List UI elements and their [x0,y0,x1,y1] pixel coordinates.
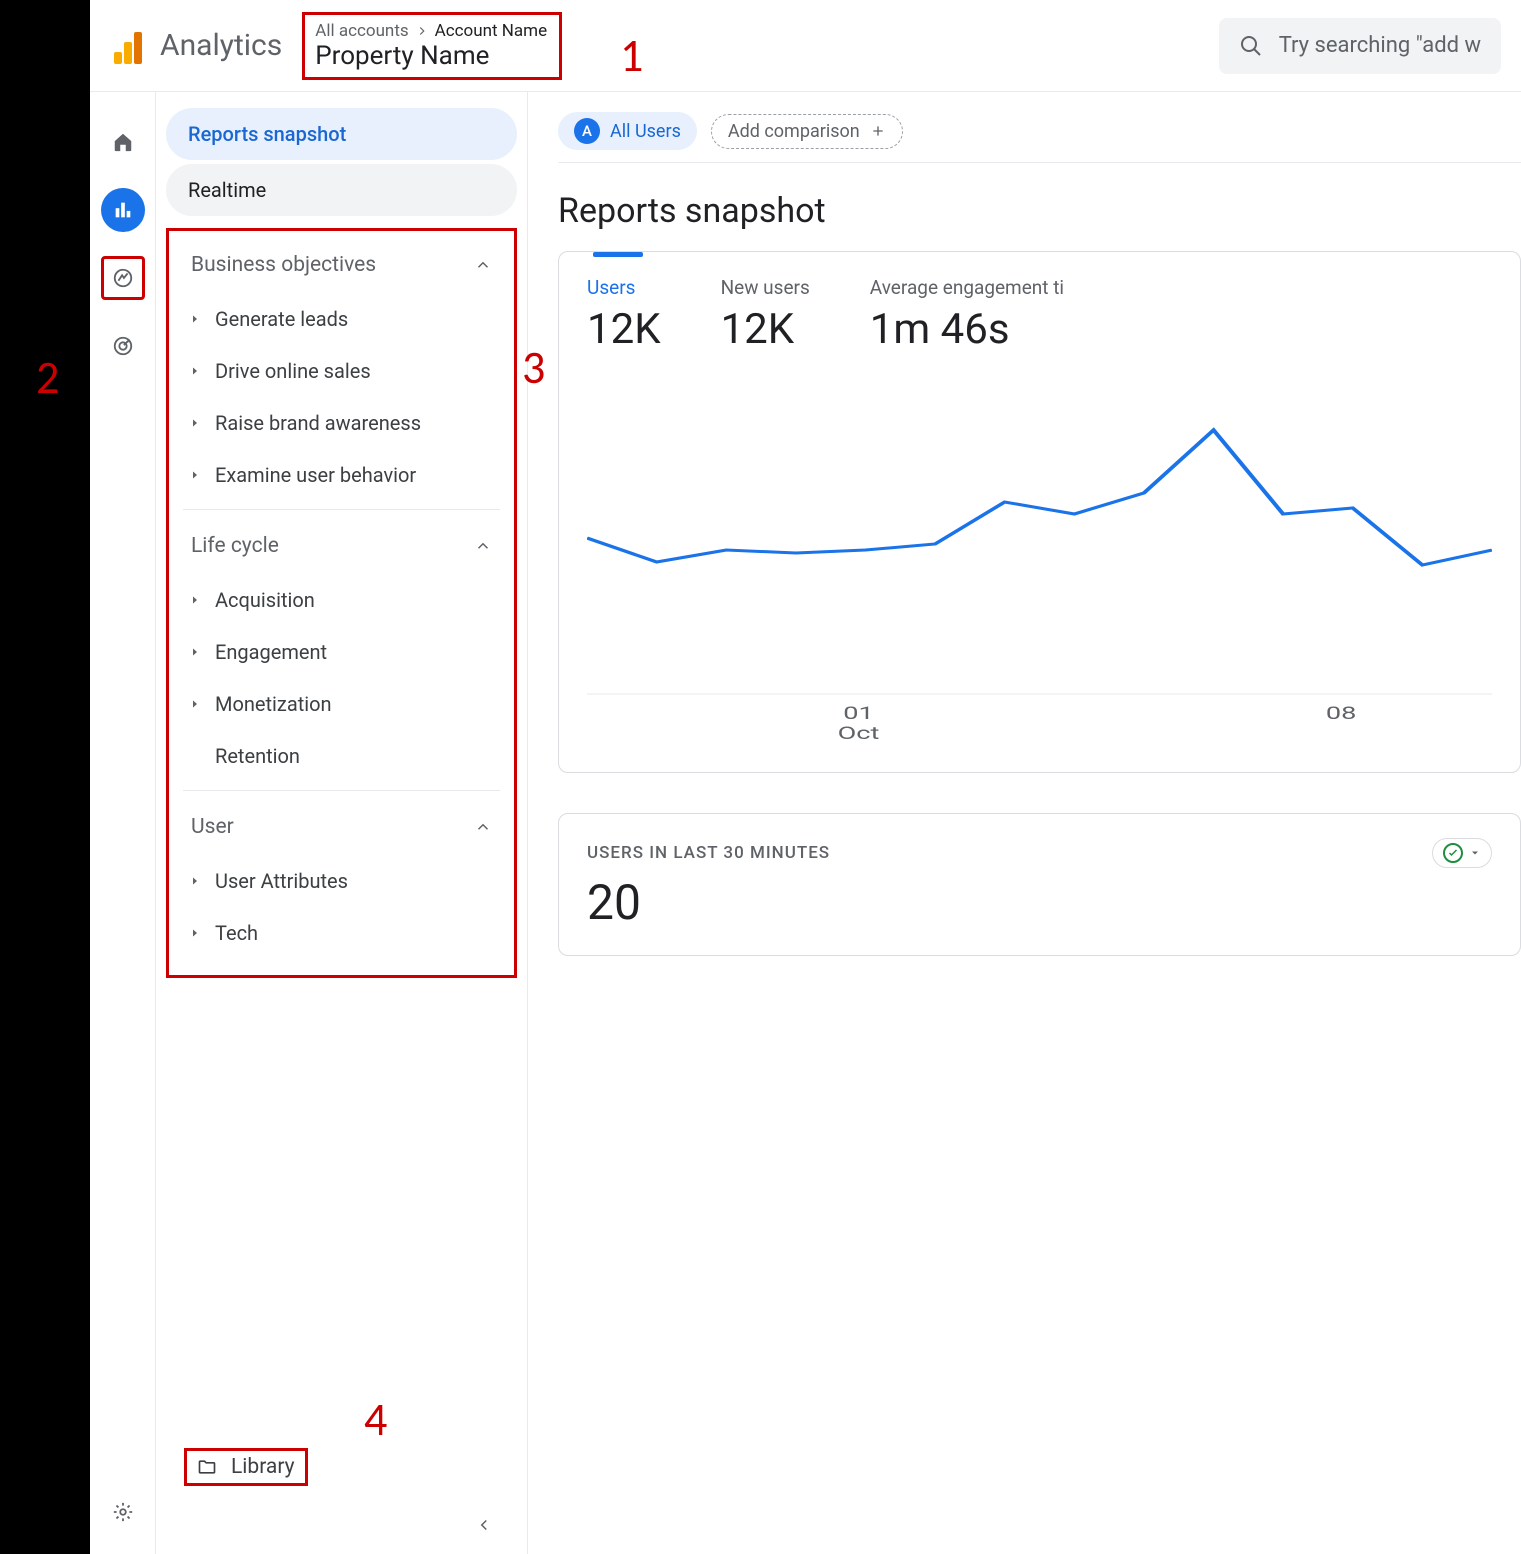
section-title: Life cycle [191,534,279,558]
sidebar-item-tech[interactable]: Tech [169,907,514,959]
chevron-left-icon [475,1516,493,1534]
library-link[interactable]: Library [184,1448,308,1486]
annotation-1: 1 [620,28,643,84]
breadcrumb-account-name: Account Name [435,21,547,41]
sidebar-item-raise-brand-awareness[interactable]: Raise brand awareness [169,397,514,449]
card-status-dropdown[interactable] [1432,838,1492,868]
nav-explore[interactable] [101,256,145,300]
realtime-users-card: USERS IN LAST 30 MINUTES 20 [558,813,1521,956]
metric-value: 12K [587,305,661,354]
metric-avg-engagement[interactable]: Average engagement ti 1m 46s [870,276,1064,354]
folder-icon [197,1457,217,1477]
page-title: Reports snapshot [558,191,1521,231]
check-circle-icon [1443,843,1463,863]
sidebar-reports-snapshot[interactable]: Reports snapshot [166,108,517,160]
logo[interactable]: Analytics [110,28,282,64]
divider [183,790,500,791]
metric-label: Average engagement ti [870,276,1064,299]
sidebar-sections: Business objectives Generate leads Drive… [166,228,517,978]
main-content: A All Users Add comparison Reports snaps… [528,92,1521,1554]
caret-right-icon [189,927,201,939]
property-name: Property Name [315,41,549,71]
account-property-picker[interactable]: All accounts Account Name Property Name [302,12,562,80]
breadcrumb-all-accounts: All accounts [315,21,408,41]
caret-right-icon [189,875,201,887]
chevron-up-icon [474,256,492,274]
sidebar-item-user-attributes[interactable]: User Attributes [169,855,514,907]
caret-down-icon [1469,847,1481,859]
library-label: Library [231,1455,295,1479]
metric-value: 1m 46s [870,305,1064,354]
logo-text: Analytics [160,28,282,63]
chevron-up-icon [474,537,492,555]
nav-reports[interactable] [101,188,145,232]
sidebar-item-drive-online-sales[interactable]: Drive online sales [169,345,514,397]
nav-advertising[interactable] [101,324,145,368]
segment-badge: A [574,118,600,144]
active-metric-indicator [593,252,643,257]
chevron-right-icon [415,24,429,38]
annotation-3: 3 [522,340,545,396]
sidebar-item-engagement[interactable]: Engagement [169,626,514,678]
caret-right-icon [189,594,201,606]
search-placeholder: Try searching "add w [1279,33,1481,58]
section-title: Business objectives [191,253,376,277]
plus-icon [870,123,886,139]
nav-rail [90,92,156,1554]
svg-text:01: 01 [843,703,873,724]
chevron-up-icon [474,818,492,836]
caret-right-icon [189,313,201,325]
metric-new-users[interactable]: New users 12K [721,276,810,354]
home-icon [112,131,134,153]
search-bar[interactable]: Try searching "add w [1219,18,1501,74]
explore-icon [112,267,134,289]
metric-value: 12K [721,305,810,354]
caret-right-icon [189,469,201,481]
metrics-row: Users 12K New users 12K Average engageme… [587,276,1492,354]
target-icon [112,335,134,357]
sidebar-item-examine-user-behavior[interactable]: Examine user behavior [169,449,514,501]
sidebar-item-acquisition[interactable]: Acquisition [169,574,514,626]
section-life-cycle[interactable]: Life cycle [169,518,514,574]
caret-right-icon [189,365,201,377]
segment-all-users[interactable]: A All Users [558,112,697,150]
segment-label: All Users [610,121,681,142]
annotation-4: 4 [364,1392,387,1448]
sidebar-item-monetization[interactable]: Monetization [169,678,514,730]
svg-text:Oct: Oct [838,723,880,744]
metric-label: Users [587,276,661,299]
app-header: Analytics All accounts Account Name Prop… [90,0,1521,92]
card2-value: 20 [587,874,1492,931]
nav-home[interactable] [101,120,145,164]
metric-label: New users [721,276,810,299]
reports-sidebar: Reports snapshot Realtime Business objec… [156,92,528,1554]
search-icon [1239,34,1263,58]
section-user[interactable]: User [169,799,514,855]
add-comparison-button[interactable]: Add comparison [711,114,903,149]
collapse-sidebar-button[interactable] [166,1506,517,1544]
section-business-objectives[interactable]: Business objectives [169,237,514,293]
divider [183,509,500,510]
nav-admin[interactable] [101,1490,145,1534]
sidebar-item-retention[interactable]: Retention [169,730,514,782]
add-comparison-label: Add comparison [728,121,860,142]
sidebar-item-generate-leads[interactable]: Generate leads [169,293,514,345]
section-title: User [191,815,234,839]
caret-right-icon [189,698,201,710]
analytics-logo-icon [110,28,146,64]
gear-icon [112,1501,134,1523]
metric-users[interactable]: Users 12K [587,276,661,354]
annotation-2: 2 [36,350,59,406]
sidebar-realtime[interactable]: Realtime [166,164,517,216]
reports-icon [112,199,134,221]
caret-right-icon [189,417,201,429]
library-row: Library [166,1428,517,1506]
svg-text:08: 08 [1326,703,1356,724]
overview-card: Users 12K New users 12K Average engageme… [558,251,1521,773]
filter-bar: A All Users Add comparison [558,112,1521,163]
card2-title: USERS IN LAST 30 MINUTES [587,843,830,863]
users-trend-chart: 01 Oct 08 [587,384,1492,748]
caret-right-icon [189,646,201,658]
